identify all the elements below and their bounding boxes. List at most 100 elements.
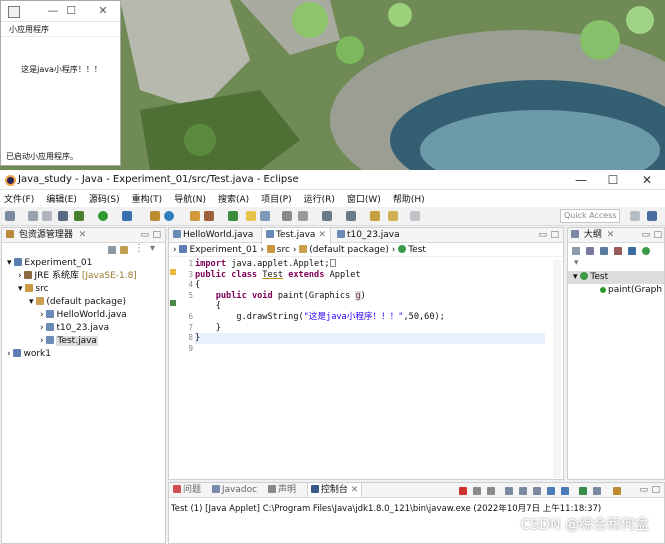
chevron-down-icon[interactable]: ▾ <box>18 284 23 294</box>
open-console-icon[interactable] <box>613 487 621 495</box>
tree-item-default-package[interactable]: ▾ (default package) <box>2 296 165 309</box>
scroll-lock-icon[interactable] <box>519 487 527 495</box>
tab-t10-23-java[interactable]: t10_23.java <box>333 228 413 243</box>
minimize-view-icon[interactable]: ▭ <box>641 228 650 243</box>
terminate-icon[interactable] <box>459 487 467 495</box>
warning-icon[interactable] <box>170 269 176 275</box>
block-selection-icon[interactable] <box>260 211 270 221</box>
view-menu-icon[interactable]: ⋮ <box>134 243 144 254</box>
previous-annotation-icon[interactable] <box>346 211 356 221</box>
menu-source[interactable]: 源码(S) <box>89 192 120 205</box>
open-task-icon[interactable] <box>204 211 214 221</box>
tree-item-jre-library[interactable]: › JRE 系统库 [JavaSE-1.8] <box>2 270 165 283</box>
tab-test-java[interactable]: Test.java ✕ <box>261 228 331 244</box>
menu-navigate[interactable]: 导航(N) <box>174 192 206 205</box>
tree-item-helloworld-java[interactable]: › HelloWorld.java <box>2 309 165 322</box>
new-java-project-icon[interactable] <box>150 211 160 221</box>
show-whitespace-icon[interactable] <box>282 211 292 221</box>
coverage-icon[interactable] <box>122 211 132 221</box>
maximize-view-icon[interactable]: □ <box>651 483 660 498</box>
run-icon[interactable] <box>98 211 108 221</box>
clear-console-icon[interactable] <box>505 487 513 495</box>
code-area[interactable]: import java.applet.Applet; public class … <box>195 259 555 344</box>
editor-scrollbar[interactable] <box>553 260 561 478</box>
menu-project[interactable]: 项目(P) <box>261 192 291 205</box>
menu-edit[interactable]: 编辑(E) <box>46 192 77 205</box>
save-all-icon[interactable] <box>42 211 52 221</box>
menu-help[interactable]: 帮助(H) <box>393 192 425 205</box>
minimize-view-icon[interactable]: ▭ <box>639 483 648 498</box>
chevron-right-icon[interactable]: › <box>18 271 22 281</box>
breadcrumb-src[interactable]: src <box>277 245 290 255</box>
pin-console-icon[interactable] <box>579 487 587 495</box>
tree-item-test-java[interactable]: › Test.java <box>2 335 165 348</box>
breadcrumb-package[interactable]: (default package) <box>309 245 389 255</box>
mark-occurrences-icon[interactable] <box>246 211 256 221</box>
sort-icon[interactable] <box>586 247 594 255</box>
chevron-right-icon[interactable]: › <box>40 336 44 346</box>
tree-item-work1[interactable]: › work1 <box>2 348 165 361</box>
show-stderr-icon[interactable] <box>561 487 569 495</box>
maximize-view-icon[interactable]: □ <box>550 228 559 243</box>
menu-search[interactable]: 搜索(A) <box>218 192 249 205</box>
chevron-down-icon[interactable]: ▾ <box>29 297 34 307</box>
close-icon[interactable]: ✕ <box>95 3 111 19</box>
last-edit-location-icon[interactable] <box>370 211 380 221</box>
debug-icon[interactable] <box>74 211 84 221</box>
chevron-right-icon[interactable]: › <box>7 349 11 359</box>
tab-javadoc[interactable]: Javadoc <box>222 485 257 495</box>
close-tab-icon[interactable]: ✕ <box>607 230 615 240</box>
tab-helloworld-java[interactable]: HelloWorld.java <box>169 228 261 243</box>
collapse-all-icon[interactable] <box>108 246 116 254</box>
menu-refactor[interactable]: 重构(T) <box>132 192 163 205</box>
java-perspective-icon[interactable] <box>647 211 657 221</box>
new-package-icon[interactable] <box>164 211 174 221</box>
collapse-all-icon[interactable] <box>572 247 580 255</box>
maximize-view-icon[interactable]: □ <box>653 228 662 243</box>
override-icon[interactable] <box>170 300 176 306</box>
tree-item-src[interactable]: ▾ src <box>2 283 165 296</box>
menu-window[interactable]: 窗口(W) <box>347 192 381 205</box>
close-tab-icon[interactable]: ✕ <box>351 485 359 495</box>
outline-item-test[interactable]: ▾ Test <box>568 271 664 284</box>
open-perspective-icon[interactable] <box>630 211 640 221</box>
tab-declaration[interactable]: 声明 <box>278 485 296 495</box>
close-tab-icon[interactable]: ✕ <box>79 230 87 240</box>
save-icon[interactable] <box>28 211 38 221</box>
chevron-down-icon[interactable]: ▾ <box>568 258 664 270</box>
search-icon[interactable] <box>228 211 238 221</box>
hide-local-types-icon[interactable] <box>642 247 650 255</box>
word-wrap-icon[interactable] <box>533 487 541 495</box>
link-with-editor-icon[interactable] <box>120 246 128 254</box>
menu-run[interactable]: 运行(R) <box>304 192 335 205</box>
breadcrumb-project[interactable]: Experiment_01 <box>189 245 257 255</box>
menu-file[interactable]: 文件(F) <box>4 192 34 205</box>
applet-menu[interactable]: 小应用程序 <box>1 22 120 37</box>
skip-breakpoints-icon[interactable] <box>58 211 68 221</box>
hide-fields-icon[interactable] <box>600 247 608 255</box>
next-annotation-icon[interactable] <box>322 211 332 221</box>
display-console-icon[interactable] <box>593 487 601 495</box>
tab-problems[interactable]: 问题 <box>183 485 201 495</box>
minimize-view-icon[interactable]: ▭ <box>538 228 547 243</box>
tree-item-experiment-01[interactable]: ▾ Experiment_01 <box>2 257 165 270</box>
chevron-right-icon[interactable]: › <box>40 310 44 320</box>
close-tab-icon[interactable]: ✕ <box>318 230 326 240</box>
tree-item-t10-23-java[interactable]: › t10_23.java <box>2 322 165 335</box>
maximize-icon[interactable]: ☐ <box>63 3 79 19</box>
remove-all-icon[interactable] <box>487 487 495 495</box>
close-icon[interactable]: ✕ <box>634 170 660 190</box>
chevron-down-icon[interactable]: ▾ <box>573 272 578 282</box>
minimize-view-icon[interactable]: ▭ <box>140 228 149 243</box>
minimize-icon[interactable]: — <box>45 3 61 19</box>
chevron-down-icon[interactable]: ▾ <box>150 243 155 254</box>
breadcrumb-class[interactable]: Test <box>408 245 426 255</box>
quick-access-input[interactable]: Quick Access <box>560 209 620 223</box>
chevron-down-icon[interactable]: ▾ <box>7 258 12 268</box>
forward-icon[interactable] <box>410 211 420 221</box>
hide-static-icon[interactable] <box>614 247 622 255</box>
outline-item-paint[interactable]: paint(Graph <box>568 284 664 297</box>
maximize-icon[interactable]: ☐ <box>600 170 626 190</box>
hide-nonpublic-icon[interactable] <box>628 247 636 255</box>
show-stdout-icon[interactable] <box>547 487 555 495</box>
